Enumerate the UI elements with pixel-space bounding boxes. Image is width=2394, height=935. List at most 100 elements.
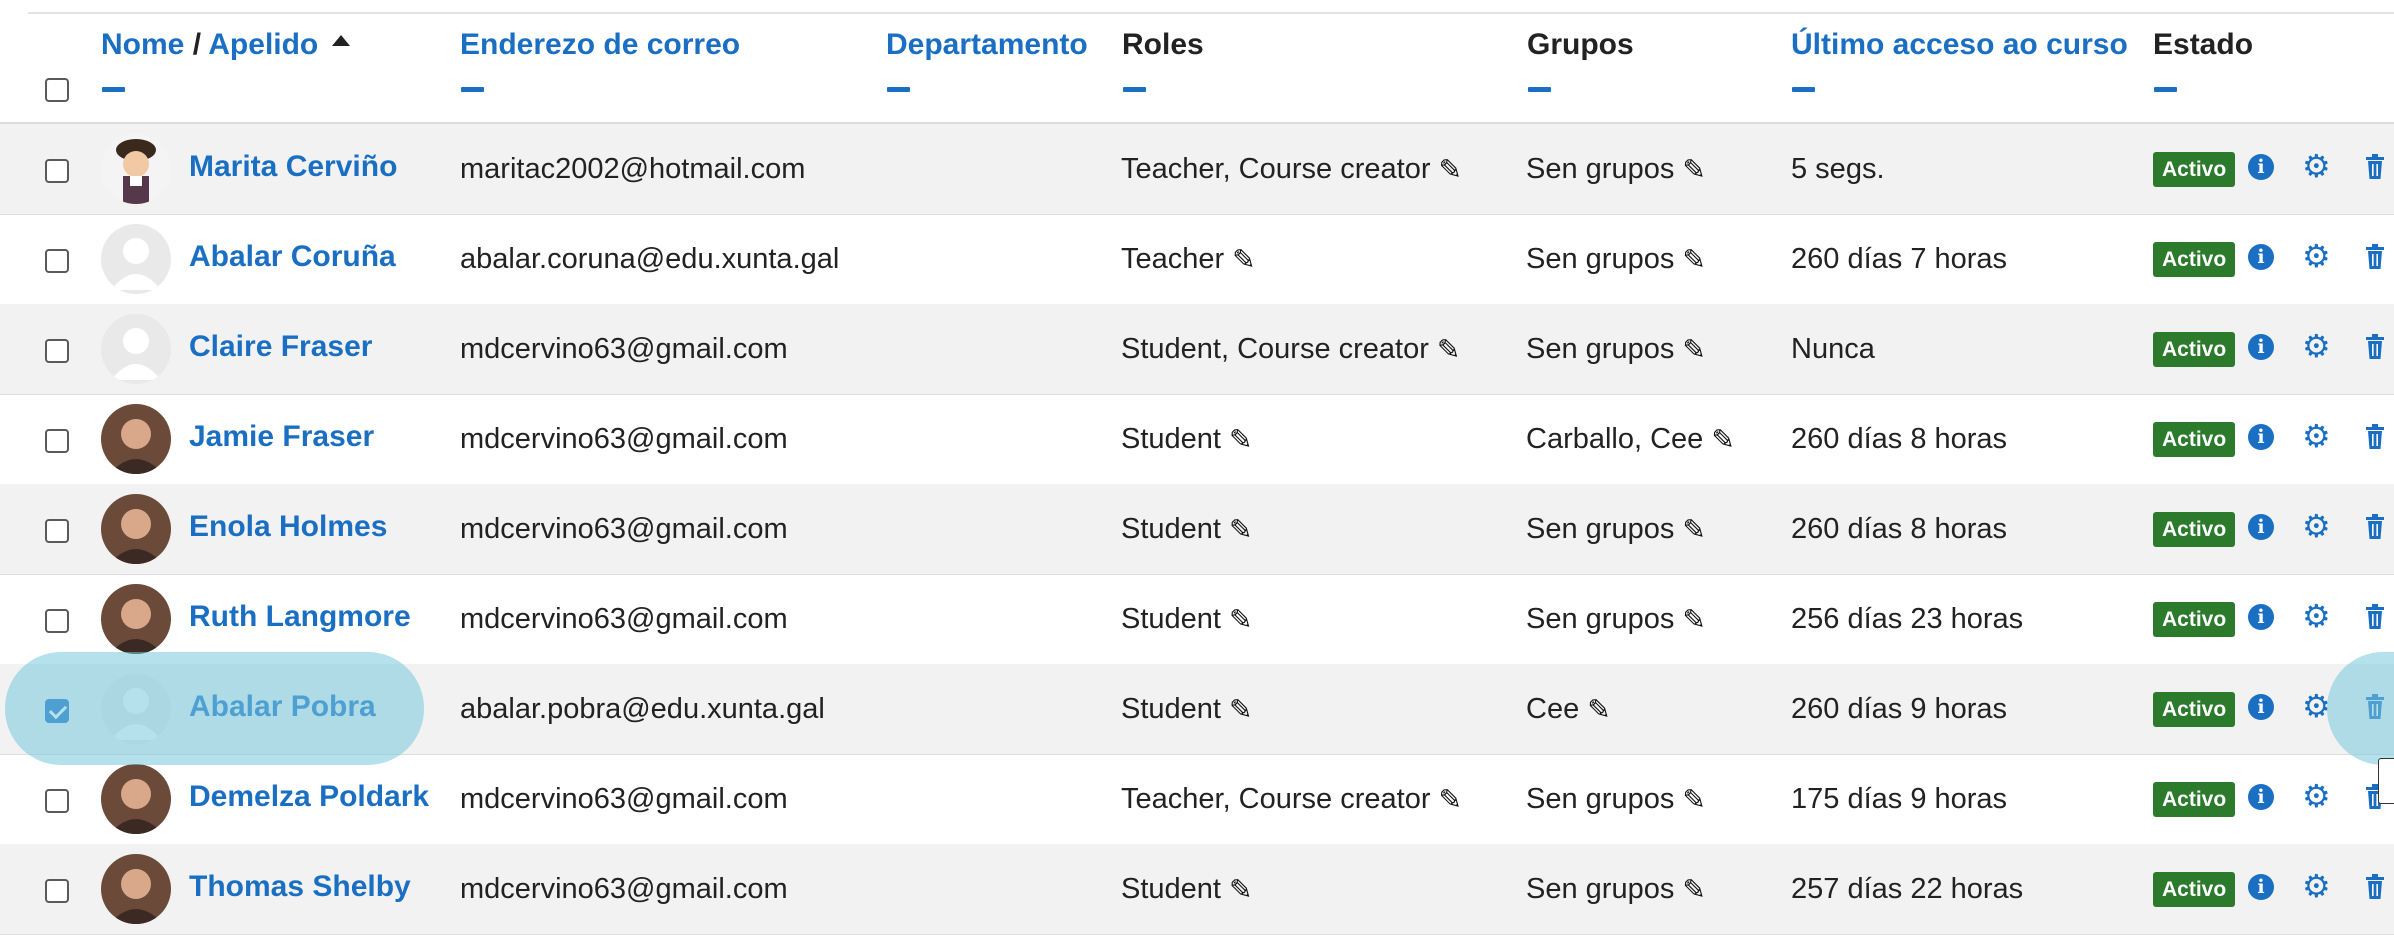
sort-by-last-access-link[interactable]: Último acceso ao curso — [1791, 28, 2128, 62]
header-separator: / — [184, 28, 209, 61]
row-select-checkbox[interactable] — [45, 789, 69, 813]
user-name-link[interactable]: Demelza Poldark — [189, 780, 429, 814]
sort-ascending-icon — [332, 35, 351, 46]
edit-groups-pencil-icon[interactable]: ✎ — [1682, 243, 1705, 276]
hide-groups-column-icon[interactable] — [1528, 87, 1551, 92]
last-access: 260 días 8 horas — [1791, 423, 2008, 455]
hide-roles-column-icon[interactable] — [1123, 87, 1146, 92]
edit-roles-pencil-icon[interactable]: ✎ — [1229, 873, 1252, 906]
tooltip-popup — [2378, 758, 2394, 804]
edit-groups-pencil-icon[interactable]: ✎ — [1711, 423, 1734, 456]
last-access: Nunca — [1791, 333, 1875, 365]
hide-name-column-icon[interactable] — [102, 87, 125, 92]
edit-roles-pencil-icon[interactable]: ✎ — [1229, 603, 1252, 636]
row-select-checkbox[interactable] — [45, 879, 69, 903]
row-select-checkbox[interactable] — [45, 339, 69, 363]
status-badge: Activo — [2153, 692, 2236, 727]
user-roles: Teacher — [1121, 243, 1225, 275]
edit-groups-pencil-icon[interactable]: ✎ — [1682, 333, 1705, 366]
edit-roles-pencil-icon[interactable]: ✎ — [1229, 513, 1252, 546]
trash-icon[interactable] — [2365, 514, 2385, 540]
user-email: mdcervino63@gmail.com — [460, 423, 788, 455]
user-avatar — [101, 134, 171, 204]
trash-icon[interactable] — [2365, 244, 2385, 270]
info-icon[interactable]: i — [2248, 514, 2274, 540]
trash-icon[interactable] — [2365, 334, 2385, 360]
trash-icon[interactable] — [2365, 874, 2385, 900]
info-icon[interactable]: i — [2248, 334, 2274, 360]
user-name-link[interactable]: Claire Fraser — [189, 330, 372, 364]
trash-icon[interactable] — [2365, 604, 2385, 630]
gear-icon[interactable]: ⚙ — [2302, 150, 2331, 182]
edit-roles-pencil-icon[interactable]: ✎ — [1229, 693, 1252, 726]
user-email: mdcervino63@gmail.com — [460, 513, 788, 545]
status-badge: Activo — [2153, 602, 2236, 637]
user-groups: Cee — [1526, 693, 1580, 725]
sort-by-email-link[interactable]: Enderezo de correo — [460, 28, 740, 62]
hide-email-column-icon[interactable] — [461, 87, 484, 92]
user-name-link[interactable]: Enola Holmes — [189, 510, 387, 544]
hide-last-access-column-icon[interactable] — [1792, 87, 1815, 92]
user-roles: Student, Course creator — [1121, 333, 1429, 365]
edit-roles-pencil-icon[interactable]: ✎ — [1229, 423, 1252, 456]
trash-icon[interactable] — [2365, 154, 2385, 180]
row-select-checkbox[interactable] — [45, 519, 69, 543]
last-access: 260 días 9 horas — [1791, 693, 2008, 725]
info-icon[interactable]: i — [2248, 604, 2274, 630]
user-avatar — [101, 494, 171, 564]
edit-roles-pencil-icon[interactable]: ✎ — [1437, 333, 1460, 366]
user-groups: Sen grupos — [1526, 783, 1675, 815]
user-roles: Teacher, Course creator — [1121, 783, 1431, 815]
user-name-link[interactable]: Abalar Coruña — [189, 240, 396, 274]
user-name-link[interactable]: Jamie Fraser — [189, 420, 374, 454]
edit-roles-pencil-icon[interactable]: ✎ — [1232, 243, 1255, 276]
info-icon[interactable]: i — [2248, 784, 2274, 810]
user-email: mdcervino63@gmail.com — [460, 333, 788, 365]
row-select-checkbox[interactable] — [45, 249, 69, 273]
row-select-checkbox[interactable] — [45, 609, 69, 633]
edit-groups-pencil-icon[interactable]: ✎ — [1682, 513, 1705, 546]
participants-table: Nome / Apelido Enderezo de correo Depart… — [0, 0, 2394, 935]
user-name-link[interactable]: Marita Cerviño — [189, 150, 397, 184]
gear-icon[interactable]: ⚙ — [2302, 510, 2331, 542]
hide-status-column-icon[interactable] — [2154, 87, 2177, 92]
sort-by-apelido-link[interactable]: Apelido — [208, 28, 318, 61]
edit-groups-pencil-icon[interactable]: ✎ — [1682, 153, 1705, 186]
table-header: Nome / Apelido Enderezo de correo Depart… — [0, 14, 2394, 125]
column-groups-header: Grupos — [1527, 28, 1634, 61]
user-email: mdcervino63@gmail.com — [460, 873, 788, 905]
gear-icon[interactable]: ⚙ — [2302, 330, 2331, 362]
edit-roles-pencil-icon[interactable]: ✎ — [1438, 783, 1461, 816]
info-icon[interactable]: i — [2248, 244, 2274, 270]
gear-icon[interactable]: ⚙ — [2302, 420, 2331, 452]
table-row: Claire Fraser mdcervino63@gmail.com Studen… — [0, 304, 2394, 395]
edit-groups-pencil-icon[interactable]: ✎ — [1682, 873, 1705, 906]
user-email: mdcervino63@gmail.com — [460, 783, 788, 815]
user-email: maritac2002@hotmail.com — [460, 153, 806, 185]
row-select-checkbox[interactable] — [45, 159, 69, 183]
hide-department-column-icon[interactable] — [887, 87, 910, 92]
row-select-checkbox[interactable] — [45, 429, 69, 453]
edit-roles-pencil-icon[interactable]: ✎ — [1438, 153, 1461, 186]
info-icon[interactable]: i — [2248, 874, 2274, 900]
gear-icon[interactable]: ⚙ — [2302, 600, 2331, 632]
user-name-link[interactable]: Thomas Shelby — [189, 870, 411, 904]
sort-by-nome-link[interactable]: Nome — [101, 28, 184, 61]
edit-groups-pencil-icon[interactable]: ✎ — [1587, 693, 1610, 726]
edit-groups-pencil-icon[interactable]: ✎ — [1682, 783, 1705, 816]
info-icon[interactable]: i — [2248, 424, 2274, 450]
user-email: abalar.coruna@edu.xunta.gal — [460, 243, 840, 275]
trash-icon[interactable] — [2365, 424, 2385, 450]
user-avatar — [101, 314, 171, 384]
last-access: 260 días 8 horas — [1791, 513, 2008, 545]
edit-groups-pencil-icon[interactable]: ✎ — [1682, 603, 1705, 636]
info-icon[interactable]: i — [2248, 694, 2274, 720]
select-all-checkbox[interactable] — [45, 78, 69, 102]
user-name-link[interactable]: Ruth Langmore — [189, 600, 411, 634]
last-access: 260 días 7 horas — [1791, 243, 2008, 275]
gear-icon[interactable]: ⚙ — [2302, 870, 2331, 902]
gear-icon[interactable]: ⚙ — [2302, 240, 2331, 272]
sort-by-department-link[interactable]: Departamento — [886, 28, 1088, 62]
gear-icon[interactable]: ⚙ — [2302, 780, 2331, 812]
info-icon[interactable]: i — [2248, 154, 2274, 180]
